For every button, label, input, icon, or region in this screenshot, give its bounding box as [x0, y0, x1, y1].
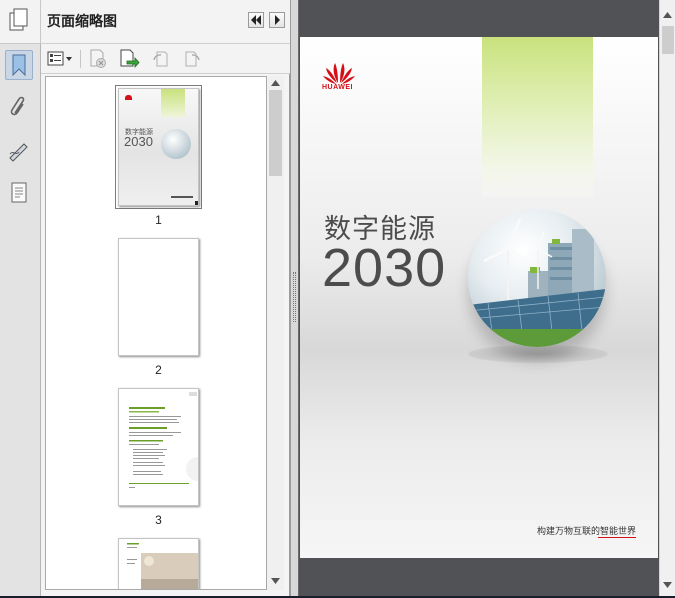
double-chevron-left-icon [251, 15, 261, 25]
page-4-preview [127, 543, 198, 589]
thumbnail-page-4[interactable] [118, 538, 199, 589]
rotate-left-button[interactable] [150, 49, 172, 69]
document-page-cover: HUAWEI 数字能源 2030 构建万物互联的智能世界 [300, 37, 658, 558]
doc-scroll-up-arrow[interactable] [660, 8, 675, 22]
paperclip-icon [10, 96, 25, 116]
signature-pen-icon [9, 143, 28, 162]
navigation-strip [0, 44, 41, 596]
scroll-down-arrow[interactable] [267, 574, 284, 588]
page-3-text-lines [129, 392, 198, 488]
extract-page-icon [120, 49, 140, 69]
thumbnail-list[interactable]: 数字能源 2030 1 2 3 [45, 76, 267, 590]
thumb-year: 2030 [124, 134, 153, 149]
cover-year: 2030 [322, 238, 447, 298]
thumbnails-toolbar [41, 44, 290, 74]
thumbnail-options-icon [47, 51, 72, 66]
rotate-right-icon [185, 51, 200, 67]
thumbnail-scrollbar[interactable] [267, 76, 284, 590]
document-layers-icon [11, 182, 27, 203]
delete-page-icon [90, 49, 106, 68]
globe-shadow [468, 345, 608, 363]
scroll-thumb[interactable] [269, 90, 282, 176]
pages-panel-toggle[interactable] [0, 0, 41, 44]
document-view[interactable]: HUAWEI 数字能源 2030 构建万物互联的智能世界 [299, 0, 659, 596]
arrow-down-icon [663, 582, 672, 588]
splitter-grip[interactable] [293, 272, 296, 322]
wind-solar-illustration [468, 218, 606, 347]
thumbnail-page-1[interactable]: 数字能源 2030 [118, 88, 199, 206]
arrow-up-icon [663, 12, 672, 18]
signatures-button[interactable] [5, 136, 33, 166]
delete-page-button[interactable] [87, 49, 109, 69]
panel-title: 页面缩略图 [47, 14, 117, 30]
expand-panel-button[interactable] [269, 12, 285, 28]
options-dropdown-button[interactable] [46, 49, 74, 69]
green-gradient-bar [482, 37, 593, 197]
layers-button[interactable] [5, 178, 33, 208]
thumbnail-label: 3 [155, 513, 162, 527]
huawei-logo-mini [125, 95, 132, 100]
chevron-right-icon [275, 15, 280, 25]
bookmarks-button[interactable] [5, 50, 33, 80]
cover-slogan: 构建万物互联的智能世界 [537, 527, 637, 537]
panel-header: 页面缩略图 [41, 0, 290, 44]
slogan-underline [598, 537, 636, 538]
thumbnail-page-2[interactable] [118, 238, 199, 356]
document-scrollbar[interactable] [659, 0, 675, 596]
attachments-button[interactable] [5, 92, 33, 122]
energy-globe-image [468, 209, 606, 347]
thumbnail-page-3[interactable] [118, 388, 199, 506]
scroll-up-arrow[interactable] [267, 76, 284, 90]
page-thumbnails-panel: 页面缩略图 数字能源 2030 1 2 3 [41, 0, 290, 596]
doc-scroll-thumb[interactable] [662, 26, 674, 54]
panel-splitter[interactable] [290, 0, 299, 596]
arrow-up-icon [271, 80, 280, 86]
thumbnail-label: 1 [155, 213, 162, 227]
pages-icon [9, 8, 28, 31]
extract-page-button[interactable] [118, 49, 140, 69]
bookmark-icon [12, 54, 26, 77]
arrow-down-icon [271, 578, 280, 584]
thumbnail-label: 2 [155, 363, 162, 377]
huawei-wordmark: HUAWEI [322, 84, 353, 91]
rotate-right-button[interactable] [181, 49, 203, 69]
rotate-left-icon [153, 51, 168, 67]
doc-scroll-down-arrow[interactable] [660, 578, 675, 592]
collapse-panel-button[interactable] [248, 12, 264, 28]
huawei-logo [323, 63, 355, 84]
